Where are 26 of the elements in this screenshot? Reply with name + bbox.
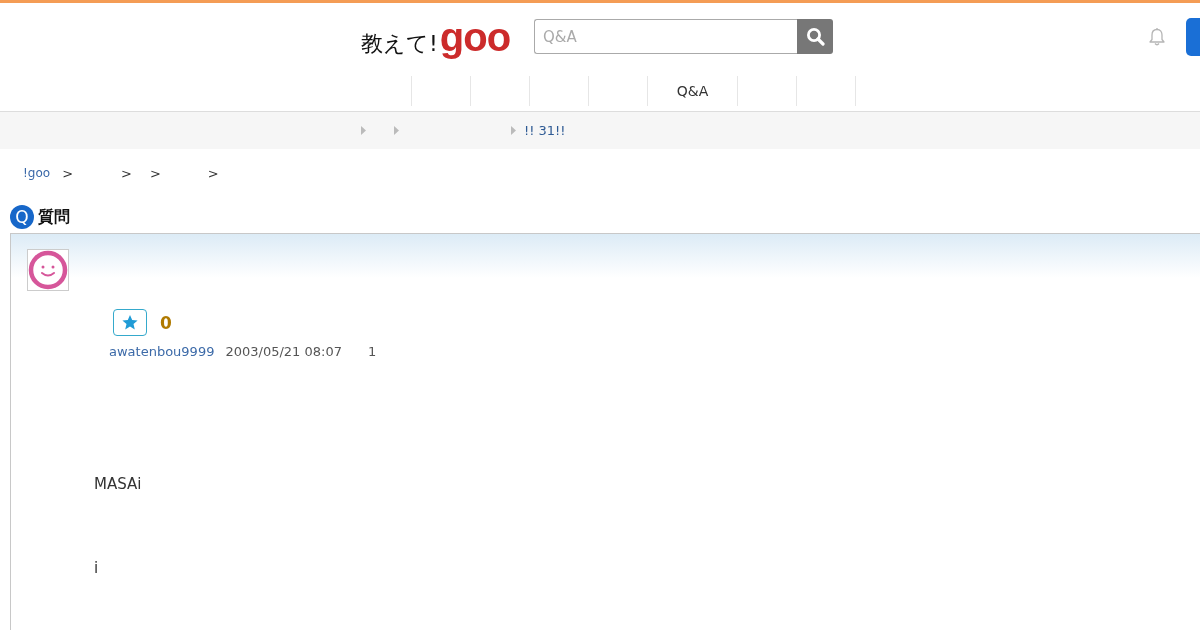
question-badge: Q — [10, 205, 34, 229]
breadcrumb-separator: > — [62, 165, 74, 181]
triangle-icon — [511, 126, 516, 135]
star-icon — [122, 315, 138, 330]
nav-tab[interactable]: Q&A — [676, 82, 709, 99]
breadcrumb-separator: > — [149, 165, 161, 181]
smiley-avatar-icon — [27, 249, 69, 291]
breadcrumb-separator: > — [121, 165, 132, 181]
post-date: 2003/05/21 08:07 — [225, 344, 342, 359]
ticker-link[interactable]: !! 31!! — [524, 123, 566, 138]
author-link[interactable]: awatenbou9999 — [109, 344, 215, 359]
breadcrumb-link[interactable]: !goo — [23, 166, 51, 180]
question-text: MASAi — [94, 475, 142, 493]
star-count: 0 — [160, 312, 172, 333]
search-field[interactable]: Q&A — [534, 19, 797, 54]
star-button[interactable] — [113, 309, 147, 336]
triangle-icon — [394, 126, 399, 135]
triangle-icon — [361, 126, 366, 135]
section-heading: 質問 — [38, 206, 70, 228]
meta-text: 1 — [367, 344, 377, 359]
site-logo[interactable]: 教えて!goo — [361, 16, 513, 57]
breadcrumb-separator: > — [207, 165, 219, 181]
search-button[interactable] — [797, 19, 833, 54]
header-button[interactable] — [1186, 17, 1200, 56]
question-text: i — [94, 559, 99, 577]
search-icon — [805, 27, 825, 46]
